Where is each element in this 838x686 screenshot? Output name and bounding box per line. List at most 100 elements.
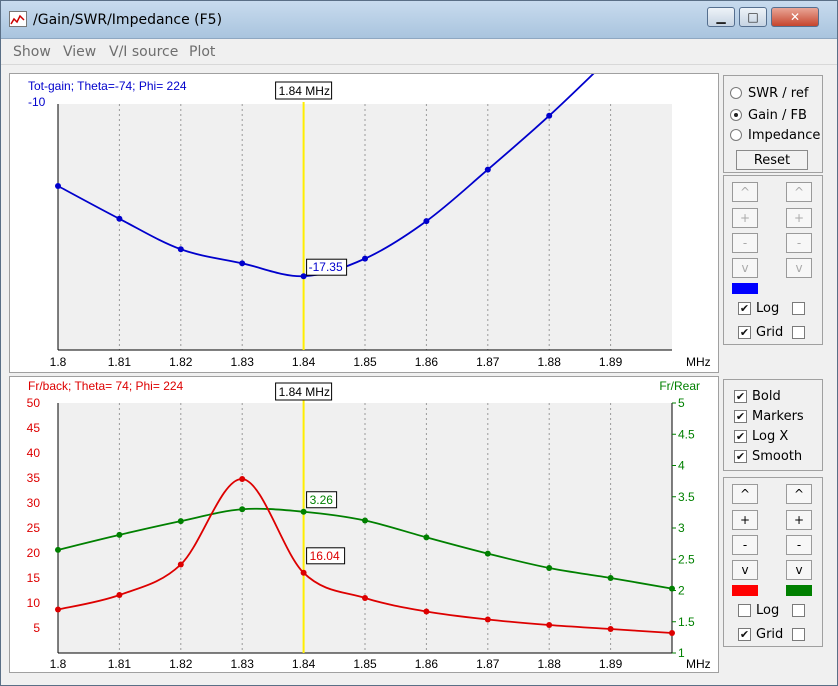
gain-right-up-button[interactable]: ^	[786, 182, 812, 202]
fb-scale-controls: ^ ^ + + - - v v Log ✔ Grid	[723, 477, 823, 647]
fb-grid-label: Grid	[756, 626, 784, 642]
fb-right-plus-button[interactable]: +	[786, 510, 812, 530]
gain-right-log-checkbox[interactable]	[792, 302, 805, 315]
title-bar[interactable]: /Gain/SWR/Impedance (F5) ▁ □ ✕	[1, 1, 837, 39]
minimize-icon: ▁	[716, 10, 726, 24]
gain-x-tick-label: 1.85	[353, 355, 377, 369]
menu-plot[interactable]: Plot	[189, 44, 215, 60]
gain-chart[interactable]: Tot-gain; Theta=-74; Phi= 224 -10 1.8 1.8…	[10, 74, 718, 372]
fb-data-point	[669, 630, 675, 636]
minimize-button[interactable]: ▁	[707, 7, 735, 27]
fb-log-check-icon[interactable]	[738, 603, 751, 617]
bold-check-icon[interactable]: ✔	[734, 389, 747, 403]
fb-left-tick-label: 40	[27, 446, 41, 460]
gain-color-swatch[interactable]	[732, 283, 758, 294]
gain-data-point	[484, 166, 491, 173]
gain-chart-label: Tot-gain; Theta=-74; Phi= 224	[28, 79, 187, 93]
fb-color-swatch[interactable]	[732, 585, 758, 596]
radio-swr-circle[interactable]	[730, 87, 742, 99]
plot-type-group: SWR / ref Gain / FB Impedance Reset	[723, 75, 823, 173]
gain-left-minus-button[interactable]: -	[732, 233, 758, 253]
fb-right-tick-label: 3.5	[678, 490, 695, 504]
maximize-button[interactable]: □	[739, 7, 767, 27]
markers-checkbox[interactable]: ✔ Markers	[734, 407, 804, 425]
gain-data-point	[239, 260, 246, 267]
fb-grid-check-icon[interactable]: ✔	[738, 627, 751, 641]
radio-swr[interactable]: SWR / ref	[730, 84, 808, 102]
gain-right-down-button[interactable]: v	[786, 258, 812, 278]
fb-left-tick-label: 20	[27, 546, 41, 560]
gain-x-tick-label: 1.82	[169, 355, 193, 369]
fb-x-tick-label: 1.81	[108, 657, 132, 671]
fb-x-unit: MHz	[686, 657, 711, 671]
gain-log-checkbox[interactable]: ✔ Log	[738, 299, 779, 317]
fb-right-minus-button[interactable]: -	[786, 535, 812, 555]
gain-right-plus-button[interactable]: +	[786, 208, 812, 228]
fb-right-tick-label: 2.5	[678, 552, 695, 566]
menu-show[interactable]: Show	[13, 44, 51, 60]
logx-label: Log X	[752, 428, 789, 444]
fb-left-plus-button[interactable]: +	[732, 510, 758, 530]
logx-checkbox[interactable]: ✔ Log X	[734, 427, 788, 445]
fb-left-tick-label: 45	[27, 421, 41, 435]
fb-right-up-button[interactable]: ^	[786, 484, 812, 504]
gain-left-down-button[interactable]: v	[732, 258, 758, 278]
fb-left-tick-label: 50	[27, 396, 41, 410]
fb-right-tick-label: 4	[678, 459, 685, 473]
fr-rear-data-point	[239, 506, 246, 513]
fb-right-grid-checkbox[interactable]	[792, 628, 805, 641]
fb-right-log-checkbox[interactable]	[792, 604, 805, 617]
fb-left-tick-label: 15	[27, 571, 41, 585]
bold-checkbox[interactable]: ✔ Bold	[734, 387, 781, 405]
markers-label: Markers	[752, 408, 804, 424]
fr-rear-color-swatch[interactable]	[786, 585, 812, 596]
smooth-check-icon[interactable]: ✔	[734, 449, 747, 463]
gain-right-minus-button[interactable]: -	[786, 233, 812, 253]
fb-plot-panel: Fr/back; Theta= 74; Phi= 224 Fr/Rear 50 4…	[9, 376, 719, 673]
fb-x-tick-label: 1.84	[292, 657, 316, 671]
fr-rear-data-point	[177, 518, 184, 525]
radio-gain-circle[interactable]	[730, 109, 742, 121]
gain-x-tick-label: 1.87	[476, 355, 500, 369]
gain-right-grid-checkbox[interactable]	[792, 326, 805, 339]
radio-impedance-circle[interactable]	[730, 129, 742, 141]
fb-grid-checkbox[interactable]: ✔ Grid	[738, 625, 783, 643]
fb-x-tick-label: 1.86	[415, 657, 439, 671]
markers-check-icon[interactable]: ✔	[734, 409, 747, 423]
fb-right-down-button[interactable]: v	[786, 560, 812, 580]
gain-x-tick-label: 1.81	[108, 355, 132, 369]
gain-log-check-icon[interactable]: ✔	[738, 301, 751, 315]
gain-left-plus-button[interactable]: +	[732, 208, 758, 228]
fb-x-tick-label: 1.89	[599, 657, 623, 671]
gain-x-tick-label: 1.89	[599, 355, 623, 369]
radio-gain[interactable]: Gain / FB	[730, 106, 807, 124]
fb-left-tick-label: 25	[27, 521, 41, 535]
gain-grid-checkbox[interactable]: ✔ Grid	[738, 323, 783, 341]
gain-x-tick-label: 1.86	[415, 355, 439, 369]
close-button[interactable]: ✕	[771, 7, 819, 27]
fb-data-point	[300, 569, 307, 576]
fb-x-tick-label: 1.85	[353, 657, 377, 671]
smooth-checkbox[interactable]: ✔ Smooth	[734, 447, 802, 465]
menu-vi-source[interactable]: V/I source	[109, 44, 178, 60]
gain-grid-check-icon[interactable]: ✔	[738, 325, 751, 339]
display-options-group: ✔ Bold ✔ Markers ✔ Log X ✔ Smooth	[723, 379, 823, 471]
fb-chart[interactable]: Fr/back; Theta= 74; Phi= 224 Fr/Rear 50 4…	[10, 377, 718, 672]
reset-button[interactable]: Reset	[736, 150, 808, 170]
menu-view[interactable]: View	[63, 44, 96, 60]
fr-rear-data-point	[55, 546, 61, 553]
fb-log-checkbox[interactable]: Log	[738, 601, 779, 619]
radio-impedance[interactable]: Impedance	[730, 126, 820, 144]
fr-rear-data-point	[362, 517, 368, 524]
gain-log-label: Log	[756, 300, 780, 316]
gain-data-point	[423, 218, 430, 225]
gain-left-up-button[interactable]: ^	[732, 182, 758, 202]
fb-left-up-button[interactable]: ^	[732, 484, 758, 504]
fb-x-tick-label: 1.87	[476, 657, 500, 671]
menu-bar: Show View V/I source Plot	[1, 39, 837, 65]
fb-left-minus-button[interactable]: -	[732, 535, 758, 555]
fb-right-tick-label: 1.5	[678, 615, 695, 629]
gain-x-tick-label: 1.8	[50, 355, 67, 369]
fb-left-down-button[interactable]: v	[732, 560, 758, 580]
logx-check-icon[interactable]: ✔	[734, 429, 747, 443]
